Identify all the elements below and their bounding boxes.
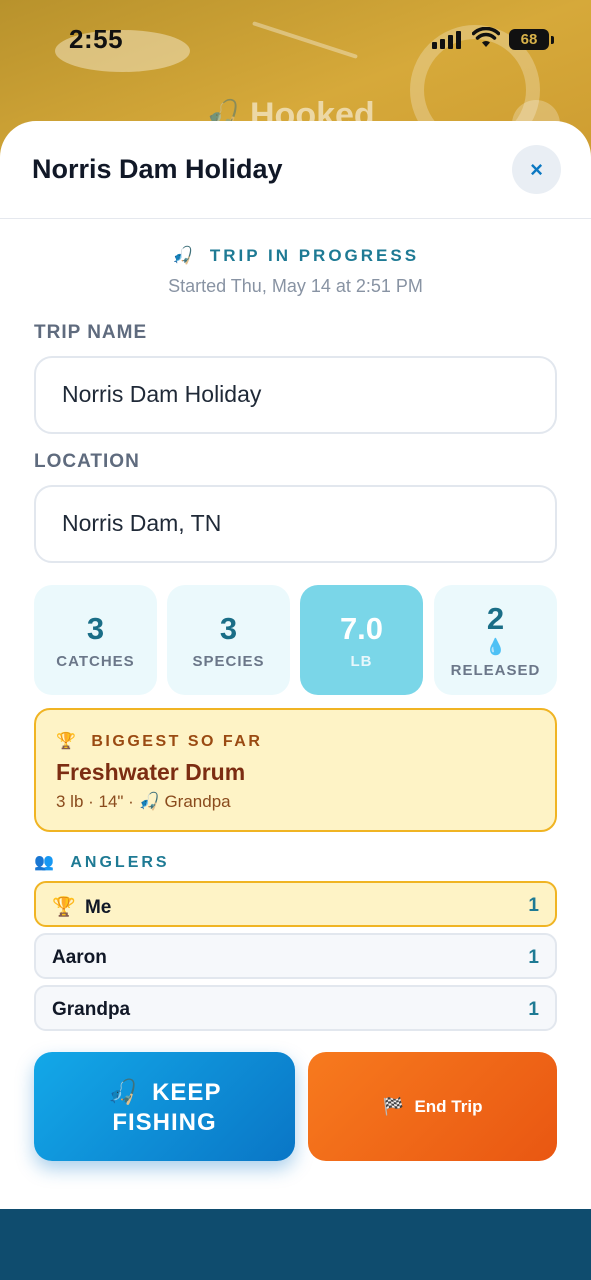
biggest-label: 🏆 BIGGEST SO FAR	[56, 731, 262, 751]
biggest-fish-name: Freshwater Drum	[56, 759, 246, 785]
fishing-rod-icon: 🎣	[171, 246, 197, 265]
cellular-signal-icon	[432, 31, 462, 49]
stat-label: SPECIES	[192, 653, 265, 670]
biggest-catch-card[interactable]: 🏆 BIGGEST SO FAR Freshwater Drum 3 lb · …	[34, 708, 557, 832]
stat-value: 7.0	[339, 611, 384, 646]
stat-label: RELEASED	[450, 662, 541, 679]
sheet-header: Norris Dam Holiday ×	[0, 121, 591, 219]
trip-status: 🎣 TRIP IN PROGRESS	[0, 246, 591, 266]
end-trip-button[interactable]: 🏁 End Trip	[308, 1052, 557, 1161]
angler-row-me[interactable]: 🏆 Me 1	[34, 881, 557, 927]
angler-row-aaron[interactable]: Aaron 1	[34, 933, 557, 979]
biggest-fish-details: 3 lb · 14" · 🎣 Grandpa	[56, 792, 231, 811]
people-icon: 👥	[34, 854, 57, 871]
stat-value: 2	[486, 601, 505, 636]
trip-status-label: TRIP IN PROGRESS	[209, 246, 420, 265]
angler-name: 🏆 Me	[52, 895, 111, 919]
battery-icon: 68	[509, 29, 554, 50]
checkered-flag-icon: 🏁	[382, 1097, 404, 1116]
keep-fishing-button[interactable]: 🎣 KEEP FISHING	[34, 1052, 295, 1161]
trophy-icon: 🏆	[56, 733, 79, 750]
angler-catch-count: 1	[528, 895, 539, 916]
stat-species: 3 SPECIES	[167, 585, 290, 695]
fishing-rod-icon: 🎣	[107, 1079, 139, 1106]
stat-label: CATCHES	[56, 653, 135, 670]
angler-name: Grandpa	[52, 999, 131, 1020]
location-input[interactable]: Norris Dam, TN	[34, 485, 557, 563]
stat-value: 3	[219, 611, 238, 646]
biggest-label-text: BIGGEST SO FAR	[91, 733, 263, 750]
trip-name-input[interactable]: Norris Dam Holiday	[34, 356, 557, 434]
status-time: 2:55	[69, 24, 124, 54]
water-drop-icon: 💧	[485, 639, 506, 656]
trophy-icon: 🏆	[52, 897, 76, 918]
angler-name-text: Me	[84, 897, 112, 918]
stat-released: 2 💧 RELEASED	[434, 585, 557, 695]
angler-name: Aaron	[52, 947, 107, 968]
wifi-icon	[472, 27, 500, 47]
location-label: LOCATION	[34, 451, 140, 472]
stat-catches: 3 CATCHES	[34, 585, 157, 695]
angler-row-grandpa[interactable]: Grandpa 1	[34, 985, 557, 1031]
angler-catch-count: 1	[528, 999, 539, 1020]
trip-name-label: TRIP NAME	[34, 322, 148, 343]
end-trip-label: End Trip	[414, 1097, 483, 1116]
stat-weight: 7.0 LB	[300, 585, 423, 695]
trip-started-time: Started Thu, May 14 at 2:51 PM	[168, 276, 423, 296]
stat-value: 3	[86, 611, 105, 646]
sheet-title: Norris Dam Holiday	[32, 154, 283, 184]
close-button[interactable]: ×	[512, 145, 561, 194]
bottom-band	[0, 1209, 591, 1280]
anglers-heading-text: ANGLERS	[70, 854, 170, 871]
keep-fishing-text: KEEP	[152, 1079, 222, 1106]
keep-fishing-line1: 🎣 KEEP	[34, 1078, 295, 1107]
keep-fishing-line2: FISHING	[112, 1109, 217, 1136]
trip-sheet: Norris Dam Holiday × 🎣 TRIP IN PROGRESS …	[0, 121, 591, 1209]
angler-catch-count: 1	[528, 947, 539, 968]
stat-label: LB	[350, 653, 373, 670]
anglers-heading: 👥 ANGLERS	[34, 852, 170, 872]
status-bar: 2:55 68	[0, 0, 591, 80]
